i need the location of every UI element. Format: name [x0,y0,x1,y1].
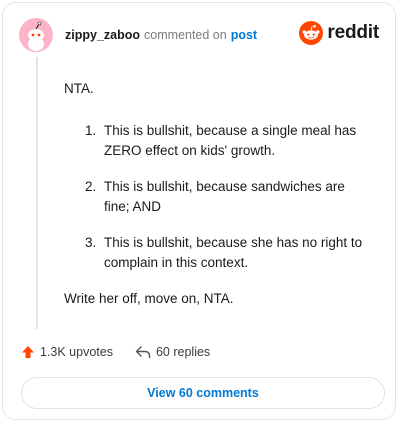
reply-button[interactable]: 60 replies [135,345,210,359]
view-comments-button[interactable]: View 60 comments [21,377,385,409]
reddit-snoo-icon [299,21,324,45]
reply-arrow-icon [135,346,151,359]
upvote-button[interactable]: 1.3K upvotes [21,345,113,359]
username[interactable]: zippy_zaboo [65,28,140,42]
list-item: This is bullshit, because sandwiches are… [100,177,374,217]
list-item: This is bullshit, because a single meal … [100,121,374,161]
list-item: This is bullshit, because she has no rig… [100,233,374,273]
comment-closing: Write her off, move on, NTA. [64,291,234,306]
upvote-count: 1.3K upvotes [40,345,113,359]
comment-action-text: commented on [144,28,227,42]
comment-list: This is bullshit, because a single meal … [64,121,374,273]
comment-meta: zippy_zaboo commented on post [65,28,257,42]
upvote-arrow-icon [22,346,34,358]
brand-name: reddit [327,22,379,43]
comment-body: NTA. This is bullshit, because a single … [64,79,374,309]
comment-header: zippy_zaboo commented on post reddit [19,17,379,53]
comment-stats: 1.3K upvotes 60 replies [21,345,210,359]
comment-intro: NTA. [64,81,94,96]
comment-card: zippy_zaboo commented on post reddit NTA… [2,2,396,420]
thread-line[interactable] [36,57,38,329]
reddit-logo[interactable]: reddit [299,21,379,45]
snoo-avatar-icon [19,18,53,52]
post-link[interactable]: post [231,28,257,42]
user-avatar[interactable] [19,18,53,52]
reply-count: 60 replies [155,345,211,359]
